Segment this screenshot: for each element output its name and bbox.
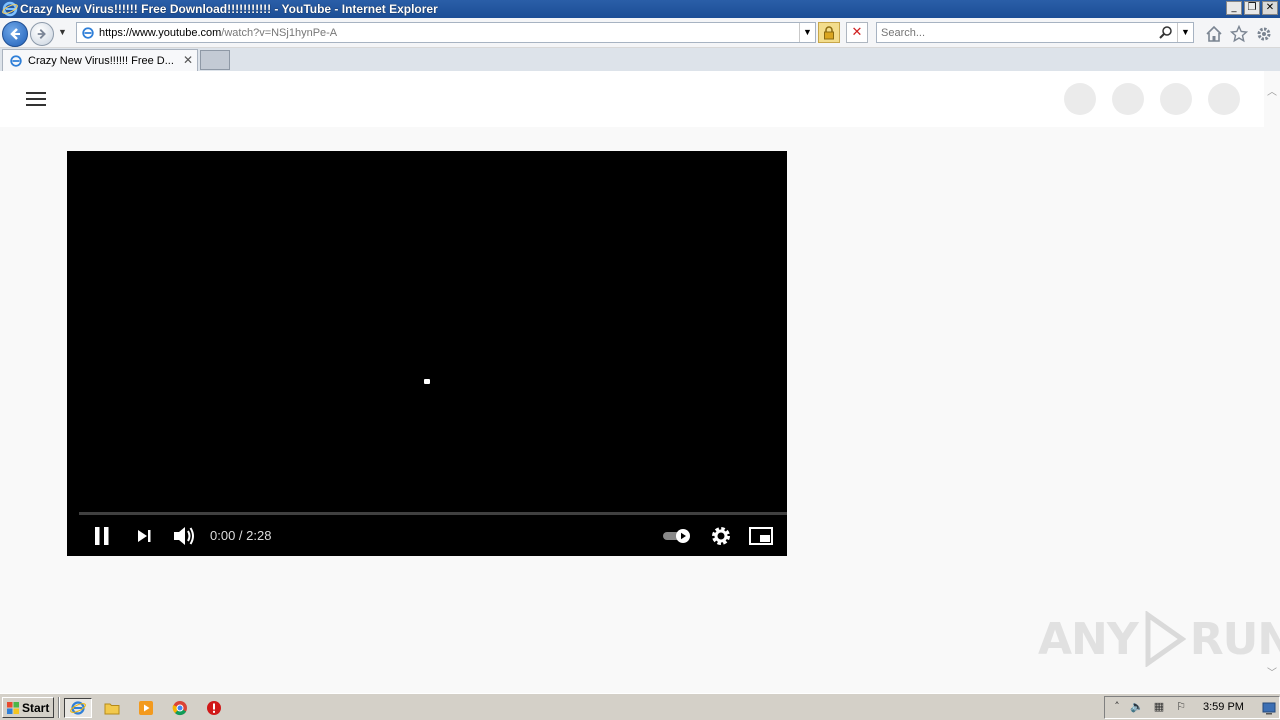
autoplay-toggle[interactable] xyxy=(661,525,693,547)
header-placeholder-circle[interactable] xyxy=(1208,83,1240,115)
gear-icon[interactable] xyxy=(1255,25,1273,43)
tray-expand-icon[interactable]: ˄ xyxy=(1109,700,1125,716)
close-window-button[interactable]: ✕ xyxy=(1262,1,1278,15)
miniplayer-button[interactable] xyxy=(747,525,775,547)
page-favicon-icon xyxy=(82,26,94,39)
home-icon[interactable] xyxy=(1205,25,1223,43)
tab-favicon-icon xyxy=(10,54,22,67)
address-bar[interactable]: https://www.youtube.com/watch?v=NSj1hynP… xyxy=(76,22,816,43)
search-box[interactable]: ▼ xyxy=(876,22,1194,43)
address-url[interactable]: https://www.youtube.com/watch?v=NSj1hynP… xyxy=(99,27,337,39)
time-display: 0:00 / 2:28 xyxy=(210,528,272,543)
volume-button[interactable] xyxy=(171,524,197,548)
minimize-button[interactable]: _ xyxy=(1226,1,1242,15)
taskbar-separator xyxy=(58,697,60,718)
loading-indicator xyxy=(424,379,430,384)
new-tab-button[interactable] xyxy=(200,50,230,70)
tab-label: Crazy New Virus!!!!!! Free D... xyxy=(28,54,174,67)
taskbar-stop-app-button[interactable] xyxy=(200,698,228,718)
header-placeholder-circle[interactable] xyxy=(1112,83,1144,115)
video-player[interactable]: 0:00 / 2:28 xyxy=(67,151,787,556)
windows-taskbar: Start ˄ 🔈 ▦ ⚐ 3:59 PM xyxy=(0,693,1280,720)
start-button[interactable]: Start xyxy=(2,697,54,718)
window-titlebar: Crazy New Virus!!!!!! Free Download!!!!!… xyxy=(0,0,1280,18)
folder-icon xyxy=(104,703,120,715)
search-input[interactable] xyxy=(877,23,1147,42)
pause-icon xyxy=(95,527,109,545)
history-dropdown-icon[interactable]: ▼ xyxy=(58,27,67,37)
header-placeholder-circle[interactable] xyxy=(1160,83,1192,115)
play-triangle-logo-icon xyxy=(1145,611,1186,667)
address-host: https://www.youtube.com xyxy=(99,26,222,39)
search-icon[interactable] xyxy=(1159,25,1173,39)
youtube-header xyxy=(0,71,1264,127)
volume-icon xyxy=(174,527,194,545)
security-lock-button[interactable] xyxy=(818,22,840,43)
skip-next-icon xyxy=(138,530,151,542)
stop-button[interactable]: ✕ xyxy=(846,22,868,43)
tab-close-icon[interactable]: ✕ xyxy=(183,53,193,67)
tab-bar: Crazy New Virus!!!!!! Free D... ✕ xyxy=(0,48,1280,71)
volume-tray-icon[interactable]: 🔈 xyxy=(1129,700,1145,716)
settings-gear-icon xyxy=(712,527,730,545)
vertical-scrollbar[interactable]: ︿ ﹀ xyxy=(1264,71,1280,693)
progress-bar[interactable] xyxy=(79,512,787,515)
media-player-icon xyxy=(139,701,153,715)
network-tray-icon[interactable]: ▦ xyxy=(1151,700,1167,716)
miniplayer-icon xyxy=(749,527,773,545)
taskbar-ie-button[interactable] xyxy=(64,698,92,718)
header-placeholder-circle[interactable] xyxy=(1064,83,1096,115)
autoplay-toggle-icon xyxy=(663,529,690,543)
chrome-icon xyxy=(172,701,187,716)
next-button[interactable] xyxy=(133,525,155,547)
internet-explorer-icon xyxy=(2,1,18,17)
windows-flag-icon xyxy=(7,701,19,714)
red-alert-icon xyxy=(207,701,221,715)
settings-button[interactable] xyxy=(709,524,733,548)
show-desktop-icon[interactable] xyxy=(1261,700,1277,716)
taskbar-media-player-button[interactable] xyxy=(132,698,160,718)
watermark-left: ANY xyxy=(1038,613,1139,665)
arrow-right-icon xyxy=(37,29,46,39)
arrow-left-icon xyxy=(10,28,20,40)
address-dropdown-icon[interactable]: ▼ xyxy=(799,23,815,42)
anyrun-watermark: ANY RUN xyxy=(1038,611,1280,667)
internet-explorer-icon xyxy=(70,701,86,715)
lock-icon xyxy=(824,25,834,39)
pause-button[interactable] xyxy=(91,525,113,547)
window-title: Crazy New Virus!!!!!! Free Download!!!!!… xyxy=(20,2,438,16)
browser-navbar: ▼ https://www.youtube.com/watch?v=NSj1hy… xyxy=(0,18,1280,48)
back-button[interactable] xyxy=(2,21,28,47)
maximize-button[interactable]: ❐ xyxy=(1244,1,1260,15)
start-label: Start xyxy=(22,700,50,715)
page-viewport: ︿ ﹀ 0:00 / 2:28 ANY RUN xyxy=(0,71,1280,693)
action-center-flag-icon[interactable]: ⚐ xyxy=(1173,700,1189,716)
address-path: /watch?v=NSj1hynPe-A xyxy=(221,26,338,39)
taskbar-chrome-button[interactable] xyxy=(166,698,194,718)
taskbar-explorer-button[interactable] xyxy=(98,698,126,718)
menu-hamburger-icon[interactable] xyxy=(26,92,46,106)
tray-clock[interactable]: 3:59 PM xyxy=(1203,701,1244,713)
favorites-star-icon[interactable] xyxy=(1230,25,1248,43)
forward-button[interactable] xyxy=(30,22,54,46)
system-tray: ˄ 🔈 ▦ ⚐ 3:59 PM xyxy=(1104,696,1280,719)
scroll-up-icon[interactable]: ︿ xyxy=(1267,83,1277,98)
tab-youtube[interactable]: Crazy New Virus!!!!!! Free D... ✕ xyxy=(2,49,198,71)
search-dropdown-icon[interactable]: ▼ xyxy=(1177,23,1193,42)
watermark-right: RUN xyxy=(1189,613,1280,665)
